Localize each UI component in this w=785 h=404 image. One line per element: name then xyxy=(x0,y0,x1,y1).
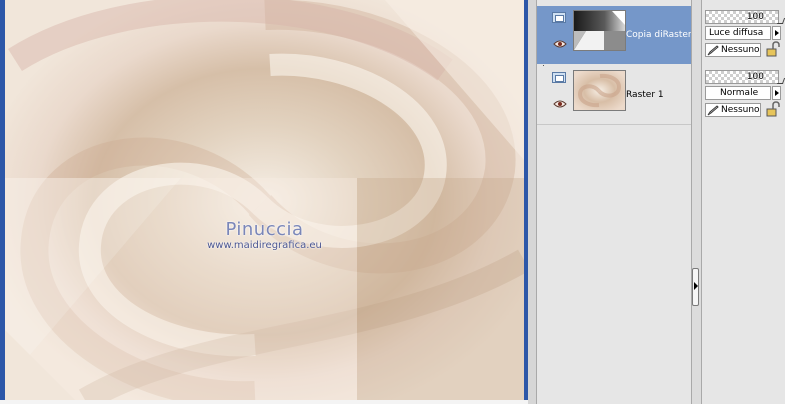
layer-thumbnail[interactable] xyxy=(573,70,626,111)
eye-icon[interactable] xyxy=(553,100,567,108)
layers-palette: Copia diRaster Raster 1 xyxy=(536,0,691,404)
mask-label: Nessuno xyxy=(721,105,760,115)
canvas-image[interactable]: Pinuccia www.maidiregrafica.eu xyxy=(5,0,524,404)
slider-grip-icon[interactable] xyxy=(776,78,785,84)
blend-mode-select[interactable]: Luce diffusa xyxy=(705,26,771,40)
blend-mode-value: Luce diffusa xyxy=(709,28,764,38)
slider-grip-icon[interactable] xyxy=(776,18,785,24)
layer-props-raster-1: 100 Normale Nessuno xyxy=(705,66,785,124)
panel-gap xyxy=(528,0,536,404)
canvas-horizontal-scrollbar[interactable] xyxy=(0,400,528,404)
brush-icon xyxy=(707,45,719,56)
watermark-url: www.maidiregrafica.eu xyxy=(207,240,322,251)
layer-name[interactable]: Raster 1 xyxy=(626,90,691,100)
opacity-value: 100 xyxy=(746,72,764,82)
layer-name[interactable]: Copia diRaster xyxy=(626,30,691,40)
layer-props-copia-diraster: 100 Luce diffusa Nessuno xyxy=(705,6,785,64)
watermark-title: Pinuccia xyxy=(225,219,304,240)
swirl-artwork xyxy=(5,0,524,404)
opacity-slider[interactable]: 100 xyxy=(705,70,779,84)
chevron-right-icon[interactable] xyxy=(772,26,781,40)
opacity-value: 100 xyxy=(746,12,764,22)
opacity-slider[interactable]: 100 xyxy=(705,10,779,24)
blend-mode-value: Normale xyxy=(720,88,759,98)
mask-label: Nessuno xyxy=(721,45,760,55)
chevron-right-icon[interactable] xyxy=(772,86,781,100)
layer-row-copia-diraster[interactable]: Copia diRaster xyxy=(537,6,691,64)
raster-layer-icon xyxy=(552,12,566,23)
collapse-arrow-icon[interactable] xyxy=(692,268,699,306)
image-canvas[interactable]: Pinuccia www.maidiregrafica.eu xyxy=(0,0,528,404)
layer-properties: 100 Luce diffusa Nessuno 100 Normale Nes… xyxy=(701,0,785,404)
lock-icon[interactable] xyxy=(765,101,781,117)
layer-thumbnail[interactable] xyxy=(573,10,626,51)
mask-button[interactable]: Nessuno xyxy=(705,103,761,117)
mask-button[interactable]: Nessuno xyxy=(705,43,761,57)
raster-layer-icon xyxy=(552,72,566,83)
blend-mode-select[interactable]: Normale xyxy=(705,86,771,100)
lock-icon[interactable] xyxy=(765,41,781,57)
brush-icon xyxy=(707,105,719,116)
eye-icon[interactable] xyxy=(553,40,567,48)
layer-row-raster-1[interactable]: Raster 1 xyxy=(537,66,691,125)
